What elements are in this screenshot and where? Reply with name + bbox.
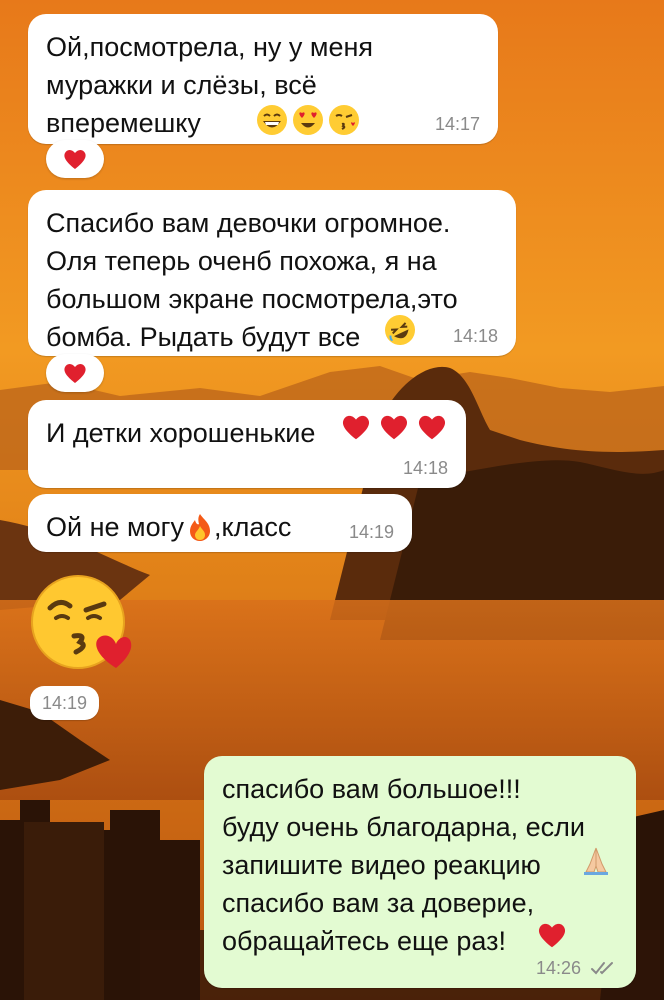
message-text-after: ,класс <box>213 512 292 542</box>
message-time-wrapper: 14:26 <box>536 958 618 978</box>
message-time: 14:26 <box>535 958 581 978</box>
folded-hands-icon <box>584 847 608 875</box>
grinning-face-icon <box>257 105 287 135</box>
reaction-badge[interactable] <box>46 140 104 178</box>
message-bubble[interactable]: Ой не могу ,класс 14:19 <box>28 494 412 552</box>
message-text: Спасибо вам девочки огромное. Оля теперь… <box>46 208 458 352</box>
red-heart-icon <box>64 150 86 169</box>
face-blowing-kiss-icon[interactable] <box>30 574 134 672</box>
red-heart-icon <box>538 923 566 948</box>
message-time: 14:19 <box>30 686 100 720</box>
message-time: 14:18 <box>452 326 498 346</box>
double-check-icon <box>591 962 613 975</box>
message-emojis <box>256 104 360 136</box>
message-bubble[interactable]: И детки хорошенькие 14:18 <box>28 400 466 488</box>
message-text: спасибо вам большое!!! буду очень благод… <box>222 774 585 880</box>
fire-icon <box>189 514 210 541</box>
reaction-badge[interactable] <box>46 354 104 392</box>
message-text-before: Ой не могу <box>46 512 184 542</box>
message-bubble-outgoing[interactable]: спасибо вам большое!!! буду очень благод… <box>204 756 636 988</box>
red-heart-icon <box>380 415 408 440</box>
message-time: 14:19 <box>348 522 394 542</box>
kissing-heart-face-icon <box>329 105 359 135</box>
message-emojis <box>340 412 448 442</box>
rolling-laughing-face-icon <box>385 315 415 345</box>
red-heart-icon <box>64 364 86 383</box>
message-time: 14:17 <box>434 114 480 134</box>
red-heart-icon <box>342 415 370 440</box>
message-bubble[interactable]: Ой,посмотрела, ну у меня муражки и слёзы… <box>28 14 498 144</box>
red-heart-icon <box>418 415 446 440</box>
heart-eyes-face-icon <box>293 105 323 135</box>
message-time: 14:18 <box>402 458 448 478</box>
message-bubble[interactable]: Спасибо вам девочки огромное. Оля теперь… <box>28 190 516 356</box>
